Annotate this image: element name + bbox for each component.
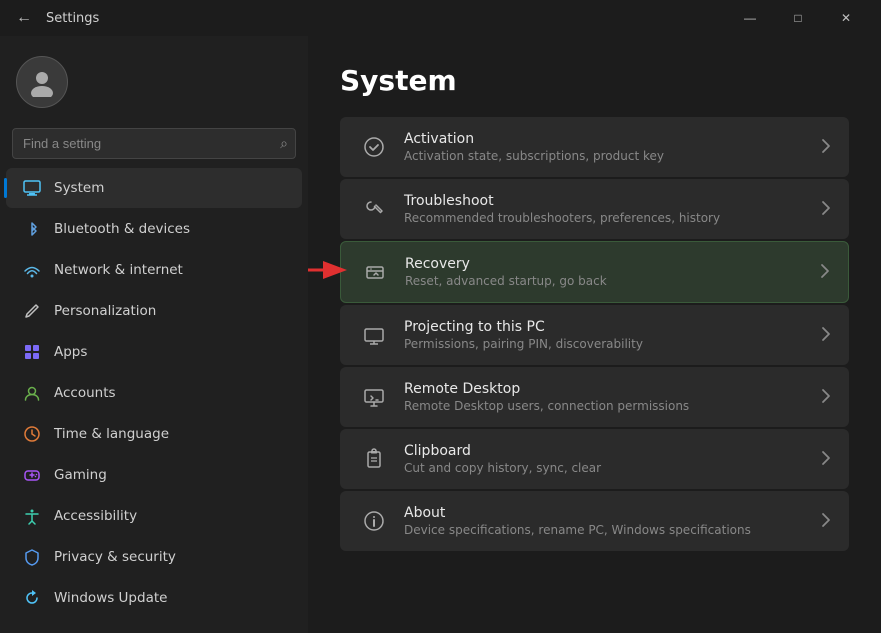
clipboard-text: Clipboard Cut and copy history, sync, cle… [404, 443, 809, 475]
sidebar-item-gaming[interactable]: Gaming [6, 455, 302, 495]
time-icon [22, 424, 42, 444]
activation-description: Activation state, subscriptions, product… [404, 149, 809, 163]
sidebar-nav: System Bluetooth & devices Network & inter… [0, 167, 308, 619]
troubleshoot-title: Troubleshoot [404, 193, 809, 209]
sidebar-item-personalization[interactable]: Personalization [6, 291, 302, 331]
projecting-text: Projecting to this PC Permissions, pairin… [404, 319, 809, 351]
titlebar-controls: — □ ✕ [727, 2, 869, 34]
troubleshoot-chevron-icon [821, 200, 831, 219]
sidebar-item-accessibility[interactable]: Accessibility [6, 496, 302, 536]
user-section [0, 44, 308, 124]
gaming-icon [22, 465, 42, 485]
update-icon [22, 588, 42, 608]
bluetooth-icon [22, 219, 42, 239]
sidebar-item-accounts[interactable]: Accounts [6, 373, 302, 413]
page-title: System [340, 64, 849, 97]
network-label: Network & internet [54, 262, 183, 278]
clipboard-chevron-icon [821, 450, 831, 469]
minimize-button[interactable]: — [727, 2, 773, 34]
sidebar-item-bluetooth[interactable]: Bluetooth & devices [6, 209, 302, 249]
remote-desktop-settings-icon [358, 381, 390, 413]
settings-item-troubleshoot[interactable]: Troubleshoot Recommended troubleshooters,… [340, 179, 849, 239]
search-input[interactable] [12, 128, 296, 159]
settings-item-recovery[interactable]: Recovery Reset, advanced startup, go back [340, 241, 849, 303]
remote-desktop-description: Remote Desktop users, connection permiss… [404, 399, 809, 413]
accounts-icon [22, 383, 42, 403]
recovery-text: Recovery Reset, advanced startup, go back [405, 256, 808, 288]
app-body: ⌕ System Bluetooth & devices Network & int… [0, 36, 881, 633]
troubleshoot-description: Recommended troubleshooters, preferences… [404, 211, 809, 225]
bluetooth-label: Bluetooth & devices [54, 221, 190, 237]
projecting-title: Projecting to this PC [404, 319, 809, 335]
gaming-label: Gaming [54, 467, 107, 483]
recovery-settings-icon [359, 256, 391, 288]
search-box: ⌕ [12, 128, 296, 159]
personalization-icon [22, 301, 42, 321]
sidebar-item-time[interactable]: Time & language [6, 414, 302, 454]
recovery-chevron-icon [820, 263, 830, 282]
avatar [16, 56, 68, 108]
time-label: Time & language [54, 426, 169, 442]
settings-item-about[interactable]: About Device specifications, rename PC, W… [340, 491, 849, 551]
recovery-description: Reset, advanced startup, go back [405, 274, 808, 288]
activation-chevron-icon [821, 138, 831, 157]
about-chevron-icon [821, 512, 831, 531]
projecting-settings-icon [358, 319, 390, 351]
remote-desktop-title: Remote Desktop [404, 381, 809, 397]
sidebar: ⌕ System Bluetooth & devices Network & int… [0, 36, 308, 633]
troubleshoot-settings-icon [358, 193, 390, 225]
titlebar-left: ← Settings [12, 6, 99, 30]
apps-icon [22, 342, 42, 362]
clipboard-settings-icon [358, 443, 390, 475]
recovery-title: Recovery [405, 256, 808, 272]
about-text: About Device specifications, rename PC, W… [404, 505, 809, 537]
projecting-description: Permissions, pairing PIN, discoverabilit… [404, 337, 809, 351]
sidebar-item-apps[interactable]: Apps [6, 332, 302, 372]
settings-item-activation[interactable]: Activation Activation state, subscription… [340, 117, 849, 177]
activation-title: Activation [404, 131, 809, 147]
settings-item-projecting[interactable]: Projecting to this PC Permissions, pairin… [340, 305, 849, 365]
clipboard-description: Cut and copy history, sync, clear [404, 461, 809, 475]
about-settings-icon [358, 505, 390, 537]
settings-item-remote-desktop[interactable]: Remote Desktop Remote Desktop users, conn… [340, 367, 849, 427]
privacy-label: Privacy & security [54, 549, 176, 565]
system-label: System [54, 180, 104, 196]
activation-text: Activation Activation state, subscription… [404, 131, 809, 163]
back-button[interactable]: ← [12, 6, 36, 30]
close-button[interactable]: ✕ [823, 2, 869, 34]
settings-item-clipboard[interactable]: Clipboard Cut and copy history, sync, cle… [340, 429, 849, 489]
clipboard-title: Clipboard [404, 443, 809, 459]
troubleshoot-text: Troubleshoot Recommended troubleshooters,… [404, 193, 809, 225]
personalization-label: Personalization [54, 303, 156, 319]
remote-desktop-text: Remote Desktop Remote Desktop users, conn… [404, 381, 809, 413]
accessibility-label: Accessibility [54, 508, 137, 524]
about-title: About [404, 505, 809, 521]
network-icon [22, 260, 42, 280]
projecting-chevron-icon [821, 326, 831, 345]
settings-list: Activation Activation state, subscription… [340, 117, 849, 551]
titlebar-title: Settings [46, 11, 99, 26]
titlebar: ← Settings — □ ✕ [0, 0, 881, 36]
privacy-icon [22, 547, 42, 567]
sidebar-item-network[interactable]: Network & internet [6, 250, 302, 290]
sidebar-item-privacy[interactable]: Privacy & security [6, 537, 302, 577]
apps-label: Apps [54, 344, 87, 360]
activation-settings-icon [358, 131, 390, 163]
accounts-label: Accounts [54, 385, 116, 401]
main-content: System Activation Activation state, subsc… [308, 36, 881, 633]
remote-desktop-chevron-icon [821, 388, 831, 407]
update-label: Windows Update [54, 590, 167, 606]
restore-button[interactable]: □ [775, 2, 821, 34]
accessibility-icon [22, 506, 42, 526]
sidebar-item-update[interactable]: Windows Update [6, 578, 302, 618]
about-description: Device specifications, rename PC, Window… [404, 523, 809, 537]
sidebar-item-system[interactable]: System [6, 168, 302, 208]
system-icon [22, 178, 42, 198]
